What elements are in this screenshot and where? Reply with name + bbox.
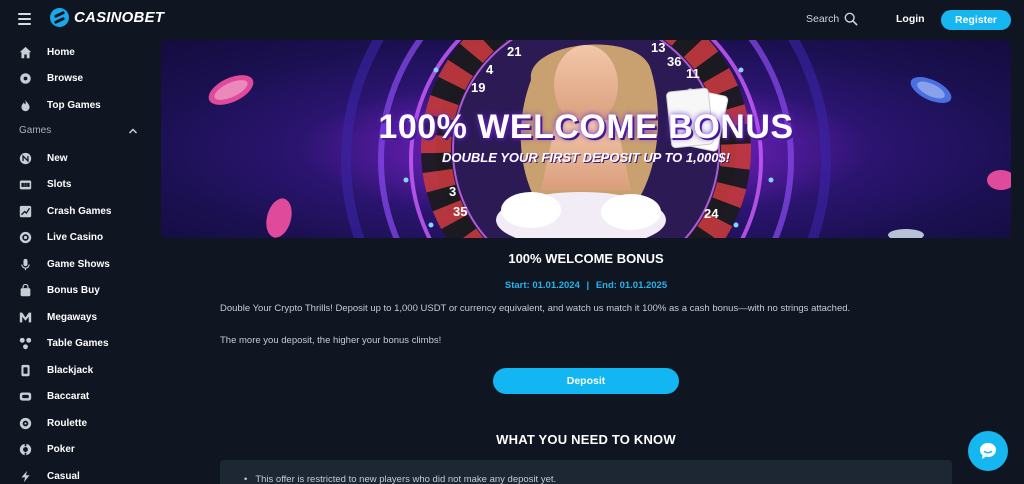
- sidebar-item-label: Home: [47, 46, 75, 58]
- blackjack-icon: [19, 364, 32, 377]
- search-icon: [844, 12, 858, 26]
- logo-text: CASINOBET: [74, 9, 165, 26]
- roulette-number: 35: [453, 204, 467, 219]
- sidebar-item-label: Bonus Buy: [47, 284, 100, 296]
- bonus-bag-icon: [19, 283, 32, 297]
- sidebar-item-home[interactable]: Home: [19, 43, 139, 61]
- promo-description: Double Your Crypto Thrills! Deposit up t…: [220, 303, 851, 314]
- sidebar-item-casual[interactable]: Casual: [19, 467, 139, 484]
- lightning-icon: [19, 470, 32, 483]
- info-box: • This offer is restricted to new player…: [220, 460, 952, 484]
- sidebar-item-label: Roulette: [47, 417, 87, 429]
- roulette-number: 36: [667, 54, 681, 69]
- top-bar: CASINOBET Search Login Register: [0, 0, 1024, 38]
- sidebar-item-blackjack[interactable]: Blackjack: [19, 361, 139, 379]
- sidebar-item-live-casino[interactable]: Live Casino: [19, 228, 139, 246]
- sidebar-item-bonus-buy[interactable]: Bonus Buy: [19, 281, 139, 299]
- end-date: 01.01.2025: [619, 280, 668, 291]
- poker-chip-icon: [19, 443, 32, 456]
- sidebar-item-roulette[interactable]: Roulette: [19, 414, 139, 432]
- sidebar-item-poker[interactable]: Poker: [19, 440, 139, 458]
- roulette-number: 4: [486, 62, 494, 77]
- megaways-icon: [19, 311, 32, 324]
- register-button[interactable]: Register: [941, 10, 1011, 30]
- sidebar-item-crash-games[interactable]: Crash Games: [19, 202, 139, 220]
- sidebar-item-label: Blackjack: [47, 364, 94, 376]
- banner-subtitle: DOUBLE YOUR FIRST DEPOSIT UP TO 1,000$!: [442, 150, 730, 165]
- sidebar-item-label: Table Games: [47, 337, 109, 349]
- roulette-number: 21: [507, 44, 521, 59]
- sidebar-item-label: New: [47, 152, 68, 164]
- promo-banner[interactable]: 13 36 11 4 21 19 3 35 24 100% WELCOME BO…: [161, 40, 1011, 238]
- sidebar-item-megaways[interactable]: Megaways: [19, 308, 139, 326]
- roulette-number: 13: [651, 40, 665, 55]
- games-section-label[interactable]: Games: [19, 125, 139, 136]
- deposit-button[interactable]: Deposit: [493, 368, 679, 394]
- chevron-up-icon[interactable]: [127, 125, 139, 137]
- microphone-icon: [19, 258, 32, 271]
- sidebar: Home Browse Top Games Games New Slots Cr…: [0, 38, 152, 484]
- date-separator: |: [586, 280, 590, 291]
- sidebar-item-label: Crash Games: [47, 205, 112, 217]
- sidebar-item-game-shows[interactable]: Game Shows: [19, 255, 139, 273]
- list-item: • This offer is restricted to new player…: [244, 474, 556, 484]
- sidebar-item-label: Casual: [47, 470, 80, 482]
- baccarat-icon: [19, 390, 32, 403]
- sidebar-item-browse[interactable]: Browse: [19, 69, 139, 87]
- sidebar-item-label: Slots: [47, 178, 72, 190]
- start-label: Start:: [504, 280, 530, 291]
- promo-description-secondary: The more you deposit, the higher your bo…: [220, 335, 442, 346]
- home-icon: [19, 46, 32, 59]
- sidebar-item-label: Poker: [47, 443, 75, 455]
- banner-title: 100% WELCOME BONUS: [378, 108, 794, 146]
- login-button[interactable]: Login: [896, 13, 925, 25]
- sidebar-item-table-games[interactable]: Table Games: [19, 334, 139, 352]
- search-button[interactable]: Search: [806, 12, 858, 26]
- sidebar-item-label: Game Shows: [47, 258, 110, 270]
- roulette-icon: [19, 417, 32, 430]
- table-games-icon: [19, 337, 32, 350]
- flame-icon: [19, 99, 32, 112]
- chat-bubble-icon: [980, 443, 996, 459]
- logo[interactable]: CASINOBET: [50, 8, 164, 27]
- roulette-number: 11: [686, 66, 700, 81]
- need-to-know-title: WHAT YOU NEED TO KNOW: [496, 432, 676, 447]
- sidebar-item-label: Megaways: [47, 311, 98, 323]
- live-casino-icon: [19, 231, 32, 244]
- sidebar-item-slots[interactable]: Slots: [19, 175, 139, 193]
- logo-mark-icon: [50, 8, 69, 27]
- new-icon: [19, 152, 32, 165]
- sidebar-item-label: Live Casino: [47, 231, 104, 243]
- end-label: End:: [595, 280, 617, 291]
- search-label: Search: [806, 13, 840, 25]
- browse-icon: [19, 72, 32, 85]
- roulette-number: 24: [704, 206, 719, 221]
- start-date: 01.01.2024: [532, 280, 580, 291]
- sidebar-item-label: Baccarat: [47, 390, 90, 402]
- slots-icon: [19, 178, 32, 191]
- sidebar-item-new[interactable]: New: [19, 149, 139, 167]
- info-item-text: This offer is restricted to new players …: [255, 474, 557, 484]
- sidebar-item-baccarat[interactable]: Baccarat: [19, 387, 139, 405]
- sidebar-item-label: Browse: [47, 72, 84, 84]
- sidebar-item-top-games[interactable]: Top Games: [19, 96, 139, 114]
- sidebar-item-label: Top Games: [47, 99, 101, 111]
- roulette-number: 3: [449, 184, 456, 199]
- crash-icon: [19, 205, 32, 218]
- roulette-number: 19: [471, 80, 485, 95]
- menu-icon[interactable]: [18, 13, 31, 25]
- bullet-icon: •: [244, 474, 248, 484]
- promo-dates: Start: 01.01.2024 | End: 01.01.2025: [161, 280, 1011, 291]
- promo-title: 100% WELCOME BONUS: [508, 251, 664, 266]
- chat-button[interactable]: [968, 431, 1008, 471]
